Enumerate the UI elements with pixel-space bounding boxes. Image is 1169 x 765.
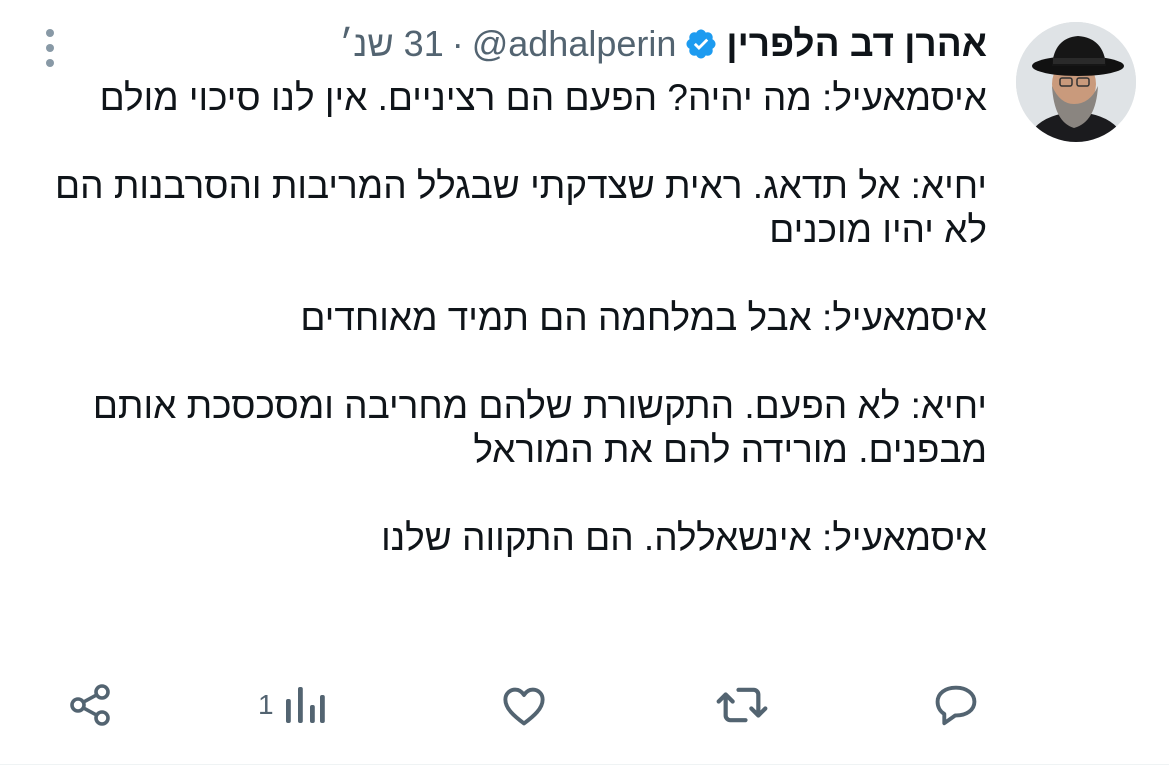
share-icon [70,684,110,726]
display-name[interactable]: אהרן דב הלפרין [726,22,987,66]
timestamp[interactable]: 31 שנ׳ [340,22,444,66]
tweet-text: איסמאעיל: מה יהיה? הפעם הם רציניים. אין … [55,77,987,558]
views-count: 1 [258,689,274,720]
avatar-image [1016,22,1136,142]
views-button[interactable]: 1 [258,670,326,740]
more-options-icon[interactable] [38,26,62,70]
separator-dot: · [451,23,464,64]
like-button[interactable] [498,670,550,740]
reply-button[interactable] [930,670,982,740]
views-icon [285,687,325,723]
action-bar: 1 [0,670,1169,740]
avatar[interactable] [1016,22,1136,142]
verified-badge-icon [686,29,716,59]
heart-icon [503,687,545,726]
reply-icon [935,685,977,726]
retweet-icon [716,687,768,723]
tweet[interactable]: אהרן דב הלפרין @adhalperin · 31 שנ׳ איסמ… [0,0,1169,765]
retweet-button[interactable] [714,670,770,740]
user-handle[interactable]: @adhalperin [472,22,677,66]
tweet-header: אהרן דב הלפרין @adhalperin · 31 שנ׳ [340,22,987,66]
share-button[interactable] [66,670,114,740]
